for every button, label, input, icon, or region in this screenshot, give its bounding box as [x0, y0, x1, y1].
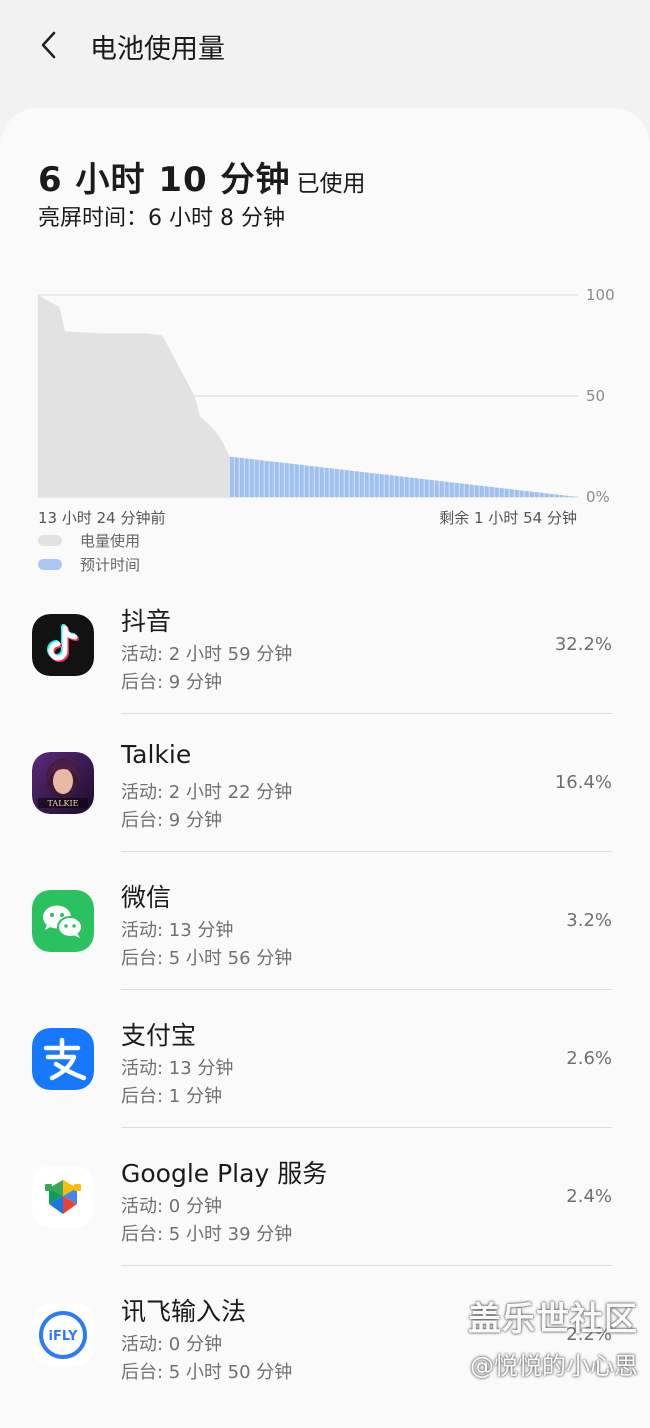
alipay-icon [32, 1028, 94, 1090]
app-row-ifly[interactable]: iFLY 讯飞输入法 活动: 0 分钟 后台: 5 小时 50 分钟 2.2% [0, 1266, 650, 1404]
top-bar: 电池使用量 [0, 0, 650, 95]
back-button[interactable] [30, 25, 70, 65]
app-name: Talkie [121, 740, 192, 769]
app-name: 讯飞输入法 [121, 1297, 247, 1326]
app-background-time: 后台: 5 小时 56 分钟 [121, 948, 293, 969]
talkie-icon-text: TALKIE [48, 799, 79, 808]
app-active-time: 活动: 0 分钟 [121, 1196, 222, 1217]
legend-estimated-time: 预计时间 [38, 554, 140, 574]
app-battery-percent: 3.2% [566, 910, 612, 931]
app-name: 支付宝 [121, 1021, 197, 1050]
google-play-services-icon [32, 1166, 94, 1228]
estimated-time-area [229, 456, 578, 497]
screen-on-time: 亮屏时间：6 小时 8 分钟 [38, 206, 285, 231]
y-tick-label: 100 [586, 286, 615, 304]
chart-start-label: 13 小时 24 分钟前 [38, 509, 166, 527]
total-usage-value: 6 小时 10 分钟 [38, 160, 291, 200]
app-row-wechat[interactable]: 微信 活动: 13 分钟 后台: 5 小时 56 分钟 3.2% [0, 852, 650, 990]
app-background-time: 后台: 5 小时 50 分钟 [121, 1362, 293, 1383]
app-active-time: 活动: 13 分钟 [121, 920, 234, 941]
app-row-talkie[interactable]: TALKIE Talkie 活动: 2 小时 22 分钟 后台: 9 分钟 16… [0, 714, 650, 852]
app-row-alipay[interactable]: 支付宝 活动: 13 分钟 后台: 1 分钟 2.6% [0, 990, 650, 1128]
app-battery-percent: 16.4% [554, 772, 612, 793]
app-background-time: 后台: 9 分钟 [121, 810, 222, 831]
app-row-google-play-services[interactable]: Google Play 服务 活动: 0 分钟 后台: 5 小时 39 分钟 2… [0, 1128, 650, 1266]
app-battery-percent: 2.2% [566, 1324, 612, 1345]
wechat-icon [32, 890, 94, 952]
ifly-icon-text: iFLY [48, 1329, 78, 1344]
chevron-left-icon [41, 31, 56, 59]
app-active-time: 活动: 2 小时 22 分钟 [121, 782, 293, 803]
page-title: 电池使用量 [90, 34, 225, 65]
legend-swatch-usage [38, 534, 62, 546]
app-battery-percent: 32.2% [554, 634, 612, 655]
douyin-icon [32, 614, 94, 676]
app-background-time: 后台: 9 分钟 [121, 672, 222, 693]
app-usage-list: 抖音 活动: 2 小时 59 分钟 后台: 9 分钟 32.2% TALKIE … [0, 576, 650, 1404]
app-name: 抖音 [121, 607, 172, 636]
talkie-icon: TALKIE [32, 752, 94, 814]
app-active-time: 活动: 2 小时 59 分钟 [121, 644, 293, 665]
ifly-icon: iFLY [32, 1304, 94, 1366]
battery-chart: 100 50 0% [38, 286, 615, 506]
app-battery-percent: 2.4% [566, 1186, 612, 1207]
app-name: Google Play 服务 [121, 1159, 328, 1188]
y-tick-label: 0% [586, 488, 610, 506]
app-battery-percent: 2.6% [566, 1048, 612, 1069]
legend-battery-usage: 电量使用 [38, 530, 140, 550]
app-background-time: 后台: 5 小时 39 分钟 [121, 1224, 293, 1245]
app-active-time: 活动: 0 分钟 [121, 1334, 222, 1355]
legend-label-estimate: 预计时间 [80, 555, 141, 574]
app-name: 微信 [121, 883, 172, 912]
total-usage: 6 小时 10 分钟 已使用 [38, 152, 365, 201]
legend-swatch-estimate [38, 558, 62, 570]
app-active-time: 活动: 13 分钟 [121, 1058, 234, 1079]
chart-end-label: 剩余 1 小时 54 分钟 [439, 509, 577, 527]
app-background-time: 后台: 1 分钟 [121, 1086, 222, 1107]
app-row-douyin[interactable]: 抖音 活动: 2 小时 59 分钟 后台: 9 分钟 32.2% [0, 576, 650, 714]
y-tick-label: 50 [586, 387, 605, 405]
legend-label-usage: 电量使用 [80, 531, 141, 550]
total-usage-suffix: 已使用 [296, 171, 366, 197]
